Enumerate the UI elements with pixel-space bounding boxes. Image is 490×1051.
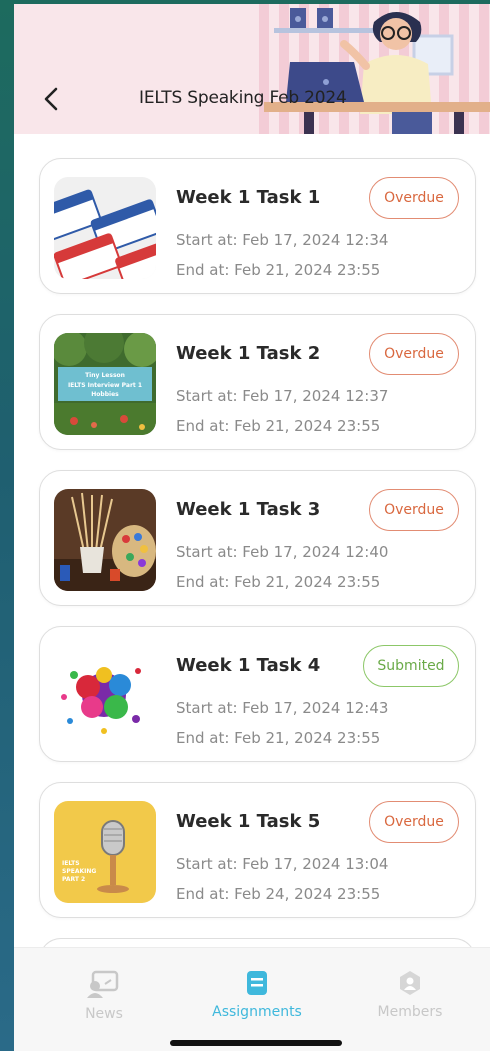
status-badge: Overdue	[369, 489, 459, 531]
status-badge: Overdue	[369, 333, 459, 375]
home-indicator	[170, 1040, 342, 1046]
app-screen: IELTS Speaking Feb 2024 Week 1 Task 1 St…	[14, 4, 490, 1051]
status-badge: Overdue	[369, 801, 459, 843]
assignment-start: Start at: Feb 17, 2024 13:04	[176, 855, 389, 873]
assignment-end: End at: Feb 21, 2024 23:55	[176, 573, 381, 591]
chevron-left-icon	[44, 87, 58, 111]
assignment-card[interactable]: Week 1 Task 3 Start at: Feb 17, 2024 12:…	[39, 470, 476, 606]
assignment-thumbnail	[54, 489, 156, 591]
status-badge: Overdue	[369, 177, 459, 219]
nav-item-members[interactable]: Members	[340, 970, 480, 1020]
assignment-thumbnail	[54, 177, 156, 279]
assignment-start: Start at: Feb 17, 2024 12:40	[176, 543, 389, 561]
page-title: IELTS Speaking Feb 2024	[139, 88, 347, 108]
bottom-nav: News Assignments Members	[14, 947, 490, 1051]
nav-label: News	[85, 1006, 123, 1022]
nav-label: Assignments	[212, 1004, 302, 1020]
assignment-title: Week 1 Task 3	[176, 499, 321, 520]
thumb-text: Hobbies	[91, 391, 119, 398]
assignment-title: Week 1 Task 2	[176, 343, 321, 364]
assignment-title: Week 1 Task 5	[176, 811, 321, 832]
assignment-end: End at: Feb 24, 2024 23:55	[176, 885, 381, 903]
thumb-text: PART 2	[62, 876, 85, 883]
assignment-card[interactable]: Week 1 Task 4 Start at: Feb 17, 2024 12:…	[39, 626, 476, 762]
nav-item-news[interactable]: News	[34, 970, 174, 1022]
thumb-text: IELTS Interview Part 1	[68, 382, 142, 389]
assignment-card[interactable]: Week 1 Task 1 Start at: Feb 17, 2024 12:…	[39, 158, 476, 294]
header-illustration	[259, 4, 490, 134]
thumb-text: Tiny Lesson	[85, 372, 125, 379]
assignment-end: End at: Feb 21, 2024 23:55	[176, 261, 381, 279]
assignment-title: Week 1 Task 4	[176, 655, 321, 676]
members-icon	[400, 971, 420, 995]
nav-item-assignments[interactable]: Assignments	[187, 970, 327, 1020]
nav-label: Members	[377, 1004, 443, 1020]
assignment-list: Week 1 Task 1 Start at: Feb 17, 2024 12:…	[39, 158, 476, 978]
assignment-card[interactable]: IELTS SPEAKING PART 2 Week 1 Task 5 Star…	[39, 782, 476, 918]
back-button[interactable]	[36, 84, 66, 114]
status-badge: Submited	[363, 645, 459, 687]
news-icon	[87, 970, 119, 998]
assignment-thumbnail: Tiny Lesson IELTS Interview Part 1 Hobbi…	[54, 333, 156, 435]
assignment-thumbnail: IELTS SPEAKING PART 2	[54, 801, 156, 903]
thumb-text: SPEAKING	[62, 868, 96, 875]
header: IELTS Speaking Feb 2024	[14, 4, 490, 134]
assignment-start: Start at: Feb 17, 2024 12:43	[176, 699, 389, 717]
assignment-end: End at: Feb 21, 2024 23:55	[176, 417, 381, 435]
thumb-text: IELTS	[62, 860, 80, 867]
assignments-icon	[247, 971, 267, 995]
assignment-thumbnail	[54, 645, 156, 747]
assignment-start: Start at: Feb 17, 2024 12:34	[176, 231, 389, 249]
assignment-end: End at: Feb 21, 2024 23:55	[176, 729, 381, 747]
assignment-card[interactable]: Tiny Lesson IELTS Interview Part 1 Hobbi…	[39, 314, 476, 450]
assignment-start: Start at: Feb 17, 2024 12:37	[176, 387, 389, 405]
assignment-title: Week 1 Task 1	[176, 187, 321, 208]
